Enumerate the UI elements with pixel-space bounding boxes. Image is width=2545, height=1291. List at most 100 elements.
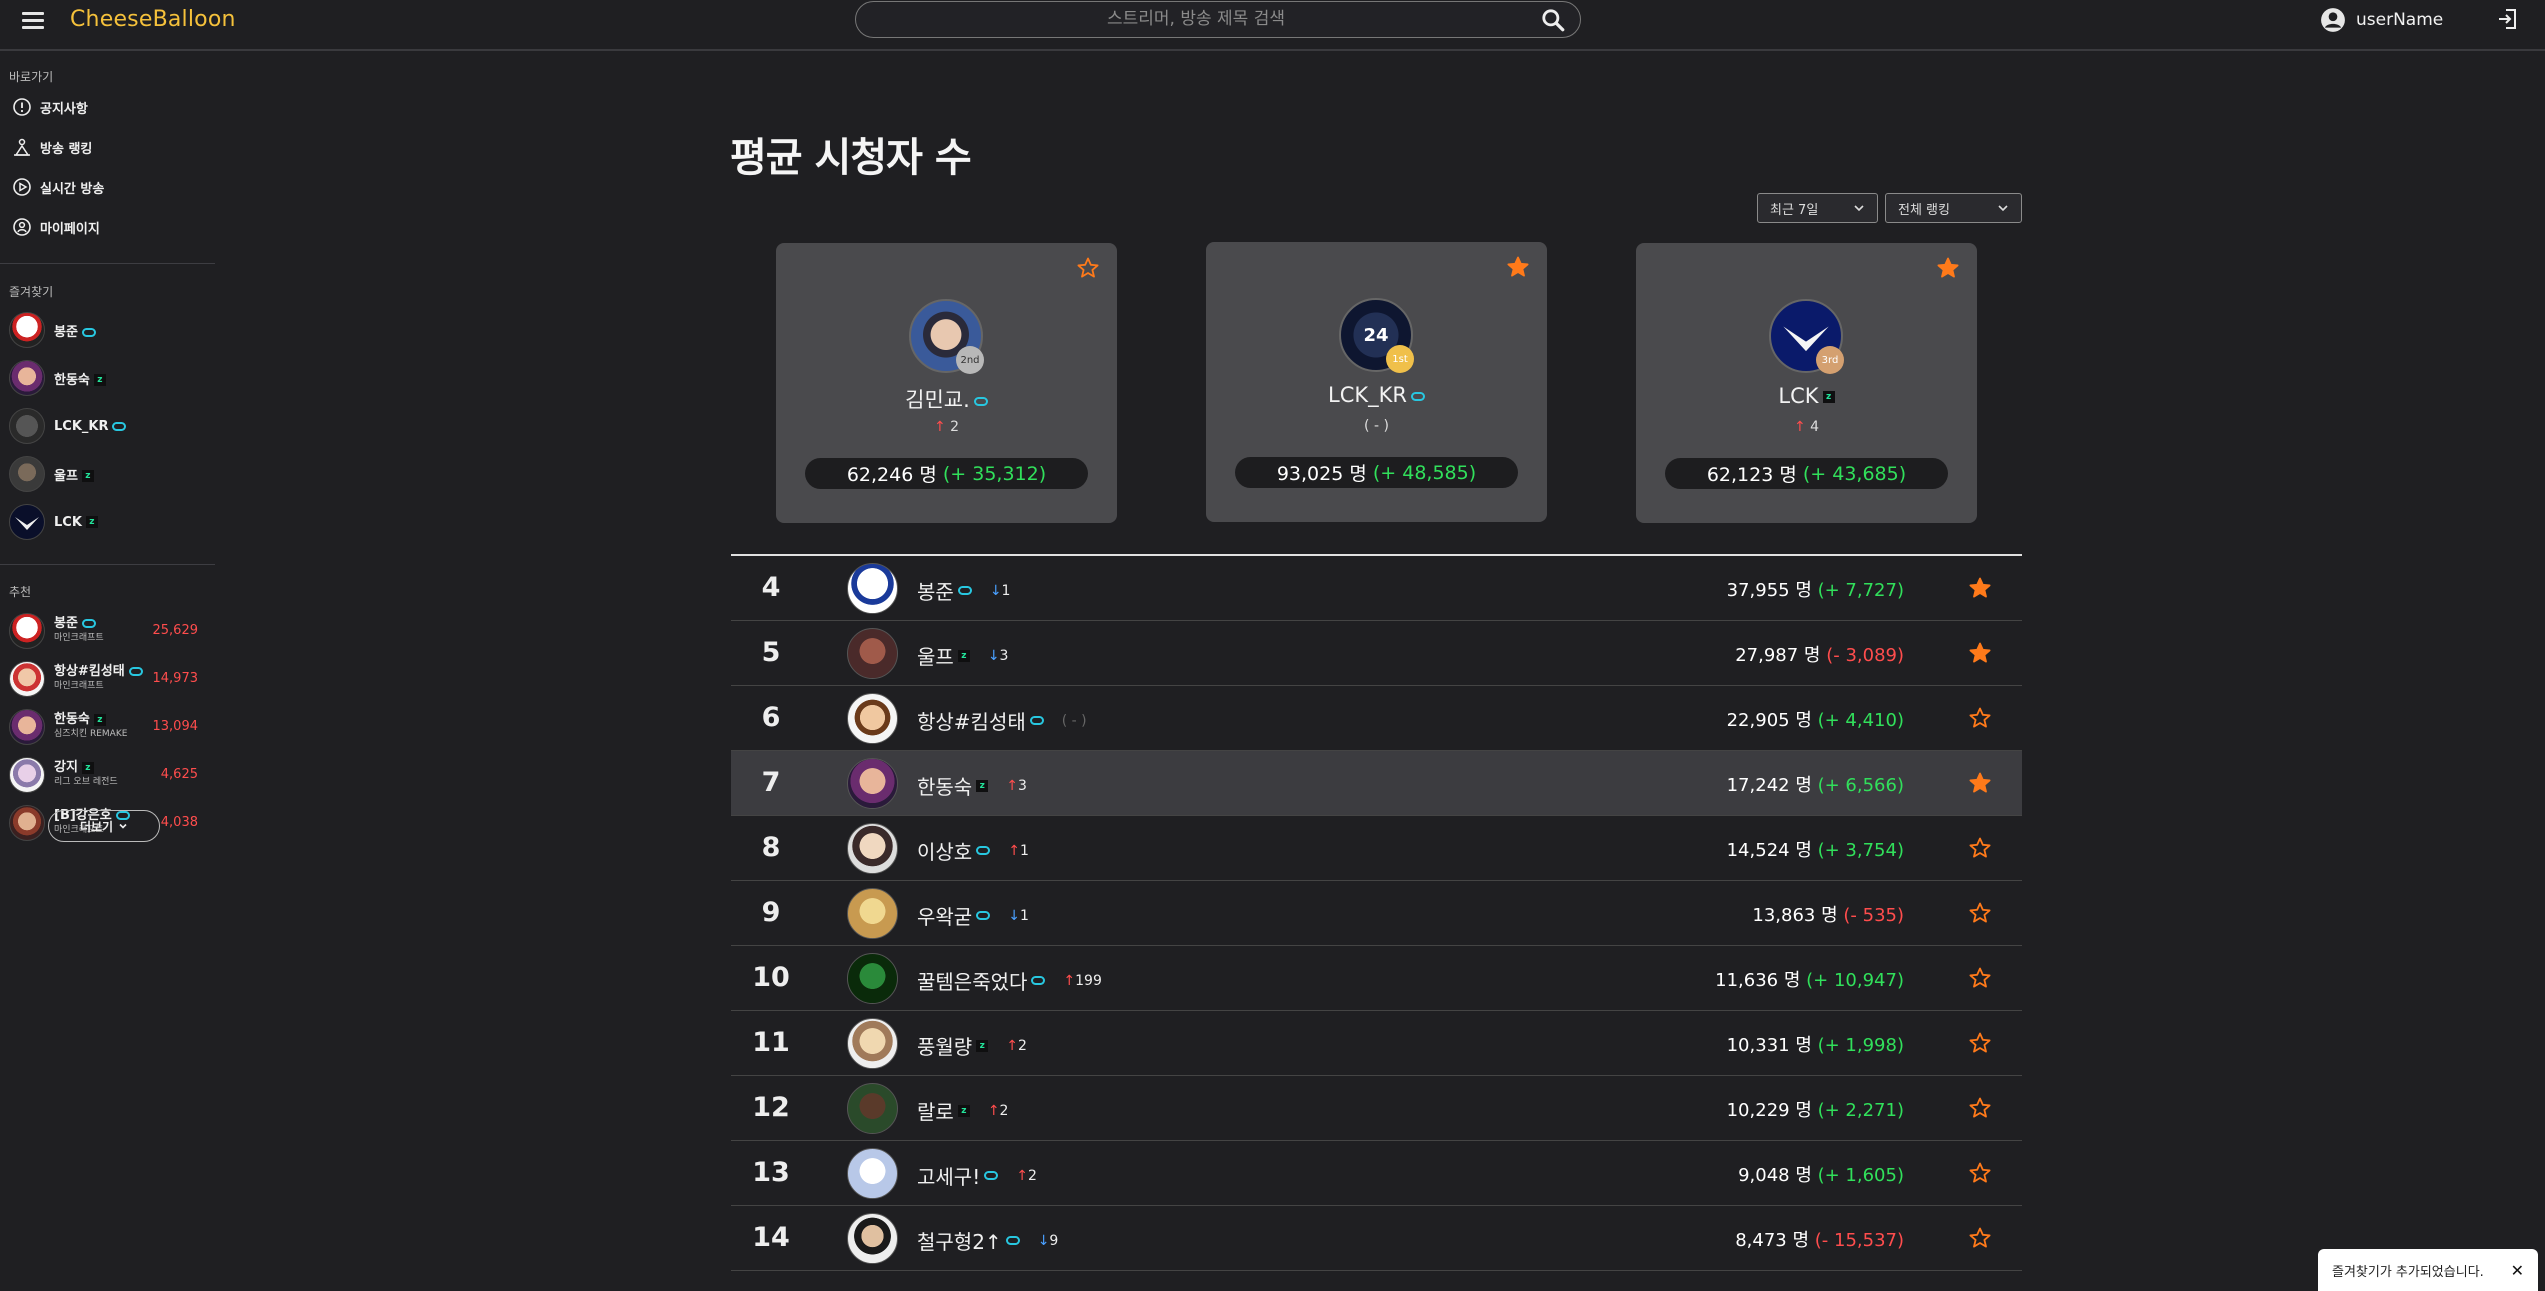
favorite-item[interactable]: 울프 z xyxy=(9,455,94,493)
star-outline-icon[interactable] xyxy=(1968,706,1992,730)
viewer-count: 17,242 명 xyxy=(1726,775,1812,796)
afreeca-badge-icon xyxy=(984,1171,999,1180)
favorite-name: 봉준 xyxy=(54,324,78,340)
rank-card-3rd[interactable]: 3rd LCK z ↑ 4 62,123 명 (+ 43,685) xyxy=(1636,243,1977,523)
table-row[interactable]: 10 꿀템은죽었다 ↑199 11,636 명 (+ 10,947) xyxy=(731,946,2022,1011)
rank-number: 9 xyxy=(761,897,781,928)
table-row[interactable]: 4 봉준 ↓1 37,955 명 (+ 7,727) xyxy=(731,556,2022,621)
streamer-name[interactable]: 고세구! ↑2 xyxy=(917,1161,1037,1190)
scope-select[interactable]: 전체 랭킹 xyxy=(1885,193,2022,223)
brand-logo[interactable]: CheeseBalloon xyxy=(70,7,236,32)
recommend-viewers: 4,038 xyxy=(160,815,198,830)
favorite-name: 울프 xyxy=(54,468,78,484)
chzzk-badge-icon: z xyxy=(93,374,106,386)
streamer-name[interactable]: 풍월량 z ↑2 xyxy=(917,1031,1027,1060)
star-filled-icon[interactable] xyxy=(1506,255,1530,279)
nav-ranking[interactable]: 방송 랭킹 xyxy=(12,136,92,158)
more-button[interactable]: 더보기 xyxy=(48,810,160,842)
streamer-name-text: 김민교. xyxy=(905,388,970,412)
user-avatar-icon xyxy=(2321,8,2345,32)
streamer-name[interactable]: 봉준 ↓1 xyxy=(917,576,1010,605)
arrow-up-icon: ↑ xyxy=(1008,842,1020,859)
avatar xyxy=(847,1083,898,1134)
ranking-icon xyxy=(14,138,30,156)
streamer-name-text: 랄로 xyxy=(917,1100,954,1124)
viewer-count: 9,048 명 xyxy=(1738,1165,1812,1186)
nav-live[interactable]: 실시간 방송 xyxy=(12,176,104,198)
star-outline-icon[interactable] xyxy=(1968,901,1992,925)
table-row[interactable]: 5 울프 z ↓3 27,987 명 (- 3,089) xyxy=(731,621,2022,686)
table-row[interactable]: 12 랄로 z ↑2 10,229 명 (+ 2,271) xyxy=(731,1076,2022,1141)
streamer-name-text: 풍월량 xyxy=(917,1035,973,1059)
table-row[interactable]: 6 항상#킴성태 ( - ) 22,905 명 (+ 4,410) xyxy=(731,686,2022,751)
viewer-delta: (+ 43,685) xyxy=(1802,462,1907,485)
nav-notice[interactable]: 공지사항 xyxy=(12,96,88,118)
recommend-viewers: 25,629 xyxy=(152,623,199,638)
streamer-name[interactable]: 철구형2↑ ↓9 xyxy=(917,1226,1058,1255)
star-outline-icon[interactable] xyxy=(1968,1161,1992,1185)
arrow-up-icon: ↑ xyxy=(1063,972,1076,989)
period-select[interactable]: 최근 7일 xyxy=(1757,193,1878,223)
nav-mypage-label: 마이페이지 xyxy=(40,221,100,237)
recommend-item[interactable]: 강지 z 리그 오브 레전드 4,625 xyxy=(9,755,204,795)
search-icon[interactable] xyxy=(1540,7,1566,33)
star-outline-icon[interactable] xyxy=(1968,836,1992,860)
star-outline-icon[interactable] xyxy=(1968,966,1992,990)
rank-change: ↑2 xyxy=(988,1103,1009,1119)
star-filled-icon[interactable] xyxy=(1936,256,1960,280)
table-row[interactable]: 7 한동숙 z ↑3 17,242 명 (+ 6,566) xyxy=(731,751,2022,816)
search-input[interactable] xyxy=(876,2,1516,36)
menu-icon[interactable] xyxy=(22,8,46,32)
streamer-name[interactable]: 랄로 z ↑2 xyxy=(917,1096,1008,1125)
favorite-item[interactable]: LCK_KR xyxy=(9,407,127,445)
star-outline-icon[interactable] xyxy=(1968,1031,1992,1055)
arrow-up-icon: ↑ xyxy=(987,1102,1000,1119)
streamer-name-text: 꿀템은죽었다 xyxy=(917,970,1028,994)
recommend-item[interactable]: 항상#킴성태 마인크래프트 14,973 xyxy=(9,659,204,699)
streamer-name[interactable]: 울프 z ↓3 xyxy=(917,641,1008,670)
favorite-item[interactable]: 봉준 xyxy=(9,311,96,349)
streamer-name[interactable]: 꿀템은죽었다 ↑199 xyxy=(917,966,1102,995)
chzzk-badge-icon: z xyxy=(957,1104,970,1117)
favorite-item[interactable]: LCK z xyxy=(9,503,98,541)
rank-card-1st[interactable]: 24 1st LCK_KR ( - ) 93,025 명 (+ 48,585) xyxy=(1206,242,1547,522)
rank-change-value: 1 xyxy=(1019,842,1029,859)
star-filled-icon[interactable] xyxy=(1968,576,1992,600)
star-outline-icon[interactable] xyxy=(1076,256,1100,280)
streamer-name[interactable]: 우왁굳 ↓1 xyxy=(917,901,1029,930)
viewer-delta: (- 15,537) xyxy=(1814,1230,1904,1251)
recommend-item[interactable]: 한동숙 z 심즈치킨 REMAKE 13,094 xyxy=(9,707,204,747)
nav-mypage[interactable]: 마이페이지 xyxy=(12,216,100,238)
afreeca-badge-icon xyxy=(1031,976,1046,985)
streamer-name[interactable]: 항상#킴성태 ( - ) xyxy=(917,706,1087,735)
table-row[interactable]: 9 우왁굳 ↓1 13,863 명 (- 535) xyxy=(731,881,2022,946)
rank-change-value: 199 xyxy=(1075,972,1102,989)
favorite-item[interactable]: 한동숙 z xyxy=(9,359,106,397)
streamer-name-text: 철구형2↑ xyxy=(917,1230,1002,1254)
recommend-category: 리그 오브 레전드 xyxy=(54,777,118,787)
chevron-down-icon xyxy=(1998,205,2008,212)
toast-notification: 즐겨찾기가 추가되었습니다. ✕ xyxy=(2318,1249,2538,1291)
recommend-item[interactable]: 봉준 마인크래프트 25,629 xyxy=(9,611,204,651)
viewer-delta: (+ 3,754) xyxy=(1817,840,1904,861)
rank-number: 4 xyxy=(761,572,781,603)
table-row[interactable]: 13 고세구! ↑2 9,048 명 (+ 1,605) xyxy=(731,1141,2022,1206)
viewer-count: 93,025 명 xyxy=(1276,463,1367,485)
nav-ranking-label: 방송 랭킹 xyxy=(40,141,93,157)
logout-icon[interactable] xyxy=(2496,7,2520,31)
star-filled-icon[interactable] xyxy=(1968,771,1992,795)
user-menu[interactable]: userName xyxy=(2320,6,2443,34)
recommend-section-title: 추천 xyxy=(9,585,32,599)
streamer-name[interactable]: 한동숙 z ↑3 xyxy=(917,771,1027,800)
rank-number: 5 xyxy=(761,637,781,668)
star-outline-icon[interactable] xyxy=(1968,1226,1992,1250)
streamer-name[interactable]: 이상호 ↑1 xyxy=(917,836,1029,865)
star-filled-icon[interactable] xyxy=(1968,641,1992,665)
rank-card-2nd[interactable]: 2nd 김민교. ↑ 2 62,246 명 (+ 35,312) xyxy=(776,243,1117,523)
table-row[interactable]: 11 풍월량 z ↑2 10,331 명 (+ 1,998) xyxy=(731,1011,2022,1076)
table-row[interactable]: 14 철구형2↑ ↓9 8,473 명 (- 15,537) xyxy=(731,1206,2022,1271)
table-row[interactable]: 8 이상호 ↑1 14,524 명 (+ 3,754) xyxy=(731,816,2022,881)
star-outline-icon[interactable] xyxy=(1968,1096,1992,1120)
close-icon[interactable]: ✕ xyxy=(2511,1261,2524,1280)
rank-change-value: 3 xyxy=(999,647,1009,664)
